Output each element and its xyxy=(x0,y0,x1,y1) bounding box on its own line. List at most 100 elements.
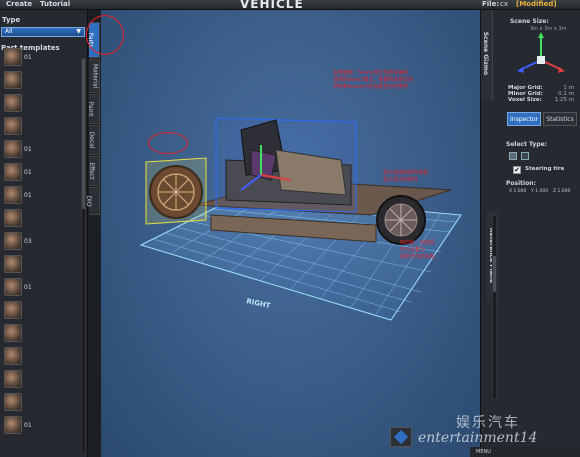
select-type-label: Select Type: xyxy=(506,141,548,148)
steering-checkbox[interactable]: ✔ xyxy=(513,166,521,174)
tab-paint[interactable]: Paint xyxy=(86,94,100,124)
tab-decal[interactable]: Decal xyxy=(87,125,100,155)
part-count: 01 xyxy=(24,169,32,176)
parts-scroll-thumb[interactable] xyxy=(82,59,85,209)
view-toggle-button[interactable] xyxy=(390,427,412,447)
type-label: Type xyxy=(2,16,21,24)
inspector-scrollbar[interactable] xyxy=(492,215,497,400)
part-template-item[interactable] xyxy=(2,71,78,93)
part-count: 01 xyxy=(24,422,32,429)
part-thumbnail xyxy=(4,347,22,365)
select-part-icon[interactable] xyxy=(509,152,517,160)
watermark: 娱乐汽车 entertainment14 xyxy=(418,412,578,452)
chevron-down-icon: ▼ xyxy=(76,28,81,35)
file-name: cx xyxy=(500,0,508,8)
part-template-item[interactable]: 01 xyxy=(2,48,78,70)
part-template-item[interactable] xyxy=(2,324,78,346)
tab-label: Decal xyxy=(87,131,95,149)
part-template-item[interactable]: 01 xyxy=(2,416,78,438)
scene-gizmo-tab[interactable]: Scene Gizmo xyxy=(481,10,493,100)
part-thumbnail xyxy=(4,140,22,158)
part-template-item[interactable] xyxy=(2,393,78,415)
grid-info: Major Grid: 1 m Minor Grid: 0.1 m Voxel Si… xyxy=(506,85,576,103)
part-template-item[interactable]: 01 xyxy=(2,140,78,162)
part-template-item[interactable] xyxy=(2,301,78,323)
part-count: 01 xyxy=(24,192,32,199)
part-template-item[interactable] xyxy=(2,347,78,369)
part-template-item[interactable]: 01 xyxy=(2,278,78,300)
menu-tutorial[interactable]: Tutorial xyxy=(40,0,70,9)
part-thumbnail xyxy=(4,209,22,227)
part-template-item[interactable]: 03 xyxy=(2,232,78,254)
position-x[interactable]: X 1.000 xyxy=(509,189,526,194)
front-wheel-spokes xyxy=(158,174,194,210)
type-select[interactable]: All ▼ xyxy=(1,27,85,37)
inspector-tabs: Inspector Statistics xyxy=(505,112,579,128)
watermark-en: entertainment14 xyxy=(418,430,538,446)
grid-label: RIGHT xyxy=(246,297,272,310)
inspector-scroll-thumb[interactable] xyxy=(493,256,496,292)
tab-material[interactable]: Material xyxy=(89,59,100,93)
part-count: 01 xyxy=(24,284,32,291)
annotation-1-line-3: 材料和Scene分别设置显示的部件 xyxy=(333,84,409,90)
menu-create[interactable]: Create xyxy=(6,0,32,9)
voxel-size-value: 1.25 m xyxy=(554,97,574,103)
parts-scrollbar[interactable] xyxy=(81,58,86,453)
cube-icon xyxy=(393,429,409,445)
annotation-2-line-2: 显示选中的部件 xyxy=(383,177,419,183)
part-thumbnail xyxy=(4,186,22,204)
part-thumbnail xyxy=(4,324,22,342)
part-thumbnail xyxy=(4,117,22,135)
tab-label: Material xyxy=(91,63,99,89)
tab-inspector[interactable]: Inspector xyxy=(507,112,541,126)
position-label: Position: xyxy=(506,180,536,187)
part-template-item[interactable] xyxy=(2,255,78,277)
tab-label: DIO xyxy=(85,195,93,207)
steering-tire-option[interactable]: ✔ Steering tire xyxy=(505,165,575,176)
part-thumbnail xyxy=(4,48,22,66)
annotation-3-line-2: 可以设置为 xyxy=(400,247,426,253)
part-thumbnail xyxy=(4,255,22,273)
watermark-cn: 娱乐汽车 xyxy=(456,415,520,431)
part-thumbnail xyxy=(4,416,22,434)
tab-dio[interactable]: DIO xyxy=(85,187,100,215)
part-template-item[interactable] xyxy=(2,94,78,116)
annotation-1: 左侧面板：Scene显示当前车辆的 选择的Select模式，根据所选部位的 材料… xyxy=(333,70,413,91)
modified-badge: [Modified] xyxy=(516,0,557,8)
annotation-1-line-2: 选择的Select模式，根据所选部位的 xyxy=(333,77,414,83)
scene-size-label: Scene Size: xyxy=(510,18,549,25)
position-z[interactable]: Z 1.000 xyxy=(553,189,570,194)
annotation-3-line-3: 控制方向的车轮 xyxy=(400,254,436,260)
tab-effect[interactable]: Effect xyxy=(88,156,100,186)
part-count: 03 xyxy=(24,238,32,245)
part-template-item[interactable]: 01 xyxy=(2,186,78,208)
position-values: X 1.000 Y 1.000 Z 1.000 xyxy=(507,189,577,196)
part-thumbnail xyxy=(4,232,22,250)
gizmo-center-cube xyxy=(537,56,545,64)
part-thumbnail xyxy=(4,94,22,112)
3d-viewport[interactable]: RIGHT xyxy=(101,10,480,457)
tab-label: Paint xyxy=(86,101,94,117)
top-menu-bar: Create Tutorial VEHICLE File: cx [Modifi… xyxy=(0,0,580,11)
select-group-icon[interactable] xyxy=(521,152,529,160)
tab-label: Effect xyxy=(88,162,96,180)
part-thumbnail xyxy=(4,71,22,89)
annotation-2-line-1: 显示选择的部件类型 xyxy=(383,170,429,176)
scene-gizmo[interactable] xyxy=(507,30,575,86)
part-template-item[interactable]: 01 xyxy=(2,163,78,185)
voxel-size-label: Voxel Size: xyxy=(508,97,542,103)
part-thumbnail xyxy=(4,278,22,296)
file-label: File: xyxy=(482,0,500,8)
annotation-2: 显示选择的部件类型 显示选中的部件 xyxy=(383,170,428,184)
annotation-1-line-1: 左侧面板：Scene显示当前车辆的 xyxy=(333,70,409,76)
highlight-circle-tabs xyxy=(86,15,124,55)
part-template-item[interactable] xyxy=(2,209,78,231)
tab-statistics[interactable]: Statistics xyxy=(543,112,577,126)
position-y[interactable]: Y 1.000 xyxy=(531,189,548,194)
part-template-item[interactable] xyxy=(2,117,78,139)
scene-canvas[interactable]: RIGHT xyxy=(101,10,480,457)
part-count: 01 xyxy=(24,146,32,153)
part-template-item[interactable] xyxy=(2,370,78,392)
scene-gizmo-tab-label: Scene Gizmo xyxy=(482,31,490,76)
part-thumbnail xyxy=(4,393,22,411)
